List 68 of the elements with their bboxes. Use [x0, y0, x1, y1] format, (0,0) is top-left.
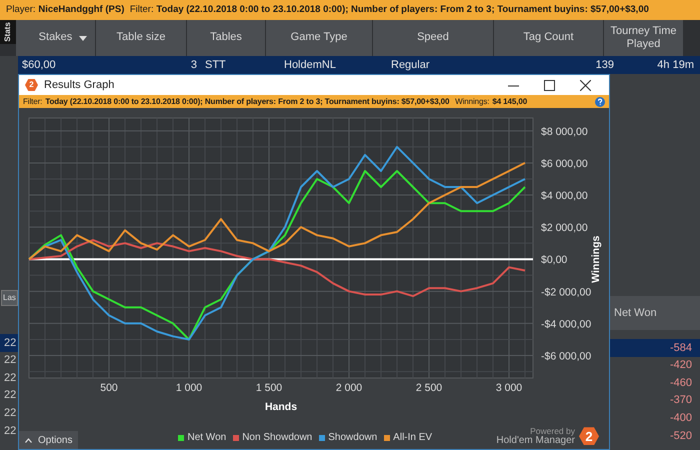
window-title: Results Graph: [44, 78, 114, 93]
y-tick-label: -$4 000,00: [541, 318, 592, 331]
table-cell-text: 22: [3, 424, 18, 439]
legend-label: Non Showdown: [242, 431, 312, 445]
filter-label: Filter:: [130, 2, 154, 17]
player-name: NiceHandgghf (PS): [38, 2, 124, 17]
y-tick-label: $4 000,00: [541, 190, 588, 202]
brand-logo-icon: 2: [579, 427, 599, 446]
legend-label: Net Won: [187, 431, 226, 445]
filter-label: Filter:: [23, 96, 42, 108]
axis-title: Hands: [264, 401, 298, 414]
column-header[interactable]: Table size: [96, 20, 187, 56]
y-tick-label: -$6 000,00: [541, 350, 592, 363]
powered-by-text: Powered by: [530, 426, 575, 436]
table-cell-text: $60,00: [22, 58, 56, 73]
y-tick-label: -$2 000,00: [541, 286, 592, 299]
column-header[interactable]: Net Won: [610, 296, 700, 330]
table-cell-text: 22: [3, 406, 18, 421]
x-tick-label: 2 500: [416, 382, 442, 394]
caret-up-icon: [25, 438, 32, 442]
stats-tab[interactable]: Stats: [0, 20, 16, 44]
table-cell-text: 139: [596, 58, 614, 73]
maximize-icon: [544, 80, 554, 90]
table-cell-text: 22: [3, 370, 18, 386]
help-icon: [595, 96, 605, 107]
table-cell-text: STT: [205, 58, 226, 73]
table-cell-text: Regular: [391, 58, 430, 73]
y-tick-label: $0,00: [541, 254, 568, 267]
table-cell-text: -370: [668, 393, 693, 408]
table-cell-text: -400: [668, 410, 693, 426]
table-cell: -584: [610, 339, 700, 357]
legend-label: Showdown: [328, 431, 378, 445]
table-row[interactable]: $60,00 3 STT HoldemNL Regular 139 4h 19m: [18, 56, 700, 74]
table-cell-text: -460: [668, 376, 693, 391]
close-icon: [580, 80, 590, 90]
x-tick-label: 3 000: [496, 382, 522, 394]
table-cell-text: HoldemNL: [284, 58, 336, 73]
x-tick-label: 1 000: [176, 382, 202, 394]
player-label: Player:: [6, 2, 36, 17]
options-button[interactable]: Options: [19, 431, 78, 449]
table-cell-text: 3: [190, 58, 197, 73]
y-tick-label: $8 000,00: [541, 126, 588, 138]
y-tick-label: $6 000,00: [541, 158, 588, 170]
last-button[interactable]: Las: [1, 290, 18, 306]
app-logo-icon: 2: [25, 79, 38, 91]
x-tick-label: 500: [100, 382, 118, 394]
brand-name: Hold'em Manager: [496, 436, 575, 446]
filter-text: Today (22.10.2018 0:00 to 23.10.2018 0:00); Number of players: From 2 to 3; Tournament buyins: $57,00+$3,00: [45, 96, 450, 108]
column-header[interactable]: Game Type: [266, 20, 373, 56]
table-cell-text: -520: [668, 428, 693, 444]
table-cell-text: 22: [3, 388, 18, 404]
column-header[interactable]: Tables: [187, 20, 266, 56]
legend-label: All-In EV: [393, 431, 432, 445]
column-header[interactable]: Speed: [373, 20, 494, 56]
column-header[interactable]: Tag Count: [494, 20, 604, 56]
column-header[interactable]: Tourney Time Played: [604, 20, 684, 56]
winnings-label: Winnings:: [455, 96, 490, 108]
x-tick-label: 2 000: [336, 382, 362, 394]
axis-title: Winnings: [590, 236, 602, 284]
winnings-value: $4 145,00: [492, 96, 528, 108]
filter-text: Today (22.10.2018 0:00 to 23.10.2018 0:00); Number of players: From 2 to 3; Tournament buyins: $57,00+$3,00: [156, 2, 649, 17]
x-tick-label: 1 500: [256, 382, 282, 394]
caret-down-icon: [79, 36, 87, 41]
table-cell-text: -420: [668, 358, 693, 374]
y-tick-label: $2 000,00: [541, 222, 588, 235]
table-cell-text: 22: [3, 353, 18, 368]
table-cell-text: 4h 19m: [657, 58, 694, 73]
column-header[interactable]: Stakes: [16, 20, 96, 56]
